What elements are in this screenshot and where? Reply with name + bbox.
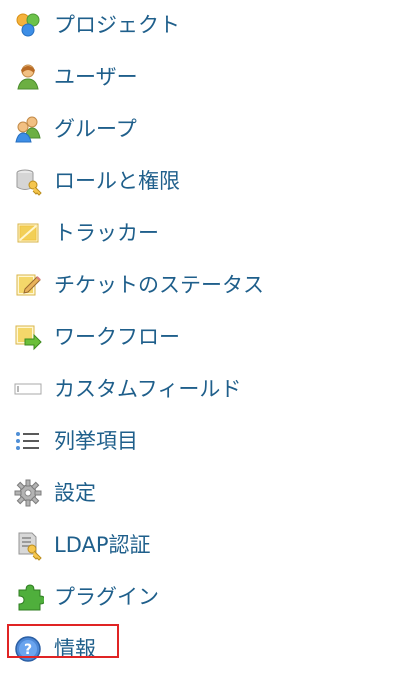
plugin-icon [18,584,44,611]
svg-text:?: ? [24,642,32,658]
menu-label-roles: ロールと権限 [54,168,180,193]
ldap-server-key-icon [18,532,42,561]
help-icon: ? [15,636,41,662]
menu-item-trackers[interactable]: トラッカー [12,213,159,253]
textfield-icon [14,383,42,395]
tracker-icon [17,223,39,243]
group-icon [15,116,41,143]
menu-item-workflows[interactable]: ワークフロー [12,317,180,357]
user-icon [17,64,39,90]
menu-item-enumerations[interactable]: 列挙項目 [12,421,138,461]
menu-label-info: 情報 [54,636,96,661]
menu-label-groups: グループ [54,116,137,141]
list-icon [16,432,39,450]
menu-label-ldap: LDAP認証 [54,532,151,557]
edit-note-icon [16,274,41,296]
menu-item-info[interactable]: ? 情報 [7,624,119,669]
menu-label-settings: 設定 [54,480,96,505]
menu-label-custom-fields: カスタムフィールド [54,376,242,401]
menu-label-enumerations: 列挙項目 [54,428,138,453]
menu-item-plugins[interactable]: プラグイン [12,577,159,617]
menu-label-trackers: トラッカー [54,220,159,245]
menu-item-settings[interactable]: 設定 [12,473,96,513]
menu-item-ldap[interactable]: LDAP認証 [12,525,151,565]
menu-item-roles[interactable]: ロールと権限 [12,161,180,201]
projects-icon [16,13,40,37]
menu-label-workflows: ワークフロー [54,324,180,349]
menu-label-projects: プロジェクト [54,12,180,37]
menu-item-projects[interactable]: プロジェクト [12,5,180,45]
workflow-icon [15,325,42,351]
menu-label-issue-statuses: チケットのステータス [54,272,264,297]
gear-icon [14,479,42,507]
menu-item-users[interactable]: ユーザー [12,57,138,97]
menu-label-users: ユーザー [54,64,138,89]
admin-menu: プロジェクト ユーザー グループ ロールと権限 トラッカー チケットのステータス… [0,0,404,692]
menu-item-custom-fields[interactable]: カスタムフィールド [12,369,241,409]
menu-item-issue-statuses[interactable]: チケットのステータス [12,265,264,305]
database-key-icon [16,169,42,196]
menu-label-plugins: プラグイン [54,584,159,609]
menu-item-groups[interactable]: グループ [12,109,137,149]
